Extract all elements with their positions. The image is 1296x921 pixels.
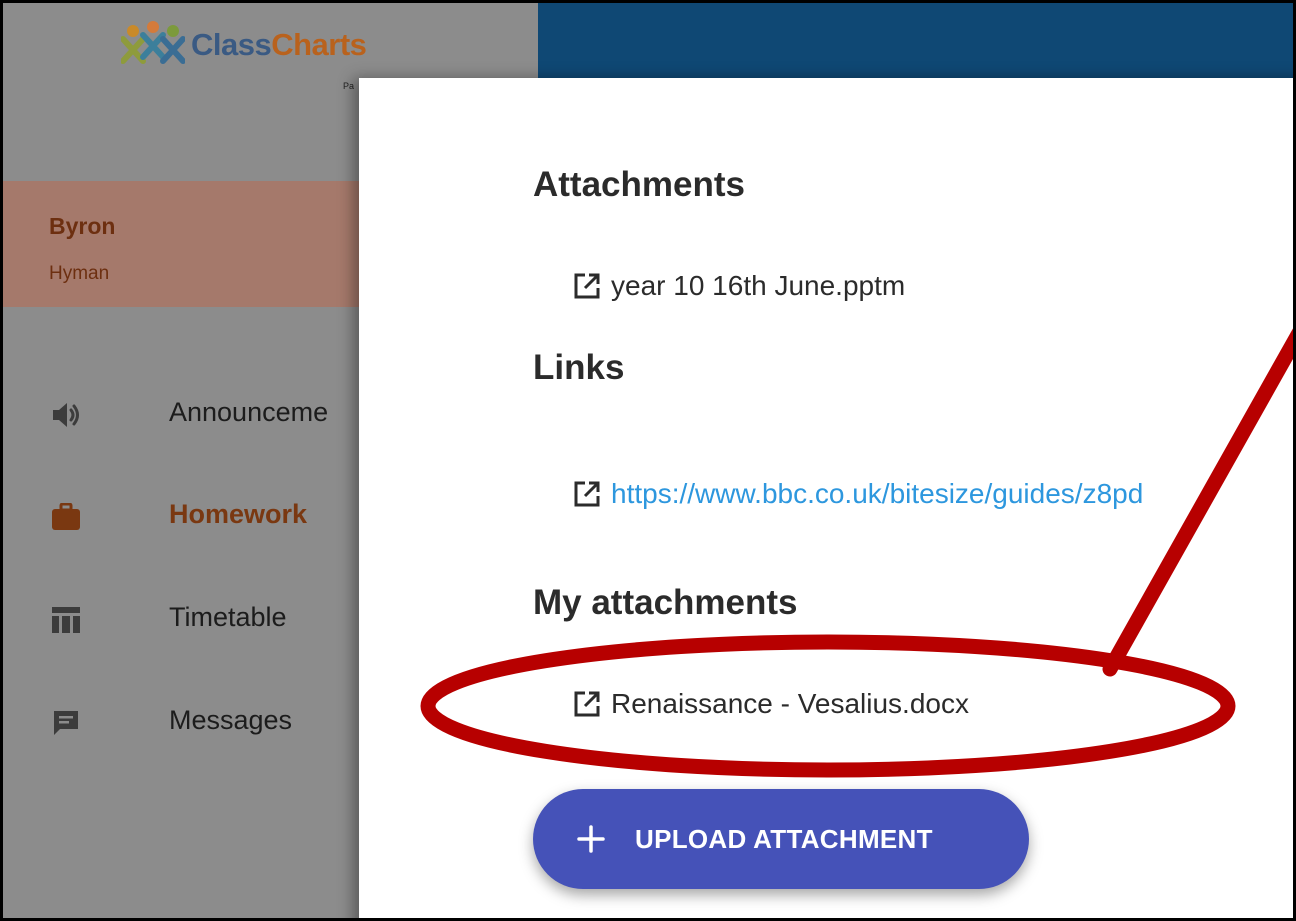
logo-subtitle: Pa — [343, 81, 355, 91]
classcharts-logo: ClassCharts — [121, 15, 367, 75]
message-icon — [51, 708, 81, 738]
upload-attachment-label: UPLOAD ATTACHMENT — [635, 823, 933, 854]
link-url[interactable]: https://www.bbc.co.uk/bitesize/guides/z8… — [611, 478, 1143, 510]
attachment-name: year 10 16th June.pptm — [611, 270, 906, 301]
speaker-icon — [51, 400, 81, 430]
screenshot-frame: ClassCharts Pa Byron Hyman Announceme Ho… — [0, 0, 1296, 921]
user-first-name: Byron — [49, 213, 116, 239]
links-heading: Links — [533, 348, 625, 387]
classcharts-people-icon — [121, 21, 185, 64]
briefcase-icon — [51, 502, 81, 532]
user-last-name: Hyman — [49, 263, 110, 284]
sidebar-item-label: Timetable — [169, 602, 287, 632]
my-attachment-name: Renaissance - Vesalius.docx — [611, 688, 969, 719]
attachments-dialog: Attachments year 10 16th June.pptm Links… — [359, 78, 1293, 918]
external-link-icon — [574, 481, 600, 507]
link-item[interactable]: https://www.bbc.co.uk/bitesize/guides/z8… — [573, 474, 1143, 514]
upload-attachment-button[interactable]: UPLOAD ATTACHMENT — [533, 789, 1029, 889]
top-bar — [538, 3, 1293, 78]
sidebar-item-label: Announceme — [169, 397, 329, 427]
logo-wordmark: ClassCharts — [191, 27, 367, 62]
plus-icon — [577, 825, 605, 853]
attachments-heading: Attachments — [533, 165, 745, 204]
attachment-item[interactable]: year 10 16th June.pptm — [573, 266, 905, 306]
external-link-icon — [574, 273, 600, 299]
sidebar-item-label: Homework — [169, 499, 308, 529]
my-attachments-heading: My attachments — [533, 583, 798, 622]
timetable-icon — [51, 605, 81, 635]
my-attachment-item[interactable]: Renaissance - Vesalius.docx — [573, 684, 969, 724]
external-link-icon — [574, 691, 600, 717]
sidebar-item-label: Messages — [169, 705, 293, 735]
